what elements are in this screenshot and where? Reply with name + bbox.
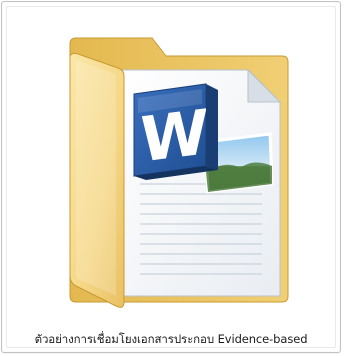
svg-text:W: W xyxy=(140,96,208,177)
folder-name-label[interactable]: ตัวอย่างการเชื่อมโยงเอกสารประกอบ Evidenc… xyxy=(2,331,340,349)
folder-icon[interactable]: W xyxy=(56,34,296,314)
folder-front-flap xyxy=(69,52,125,308)
folder-tile[interactable]: W ตัวอย่างการเชื่อมโยงเอกสารประกอบ Evide… xyxy=(1,1,341,353)
word-logo-icon: W xyxy=(133,83,218,180)
